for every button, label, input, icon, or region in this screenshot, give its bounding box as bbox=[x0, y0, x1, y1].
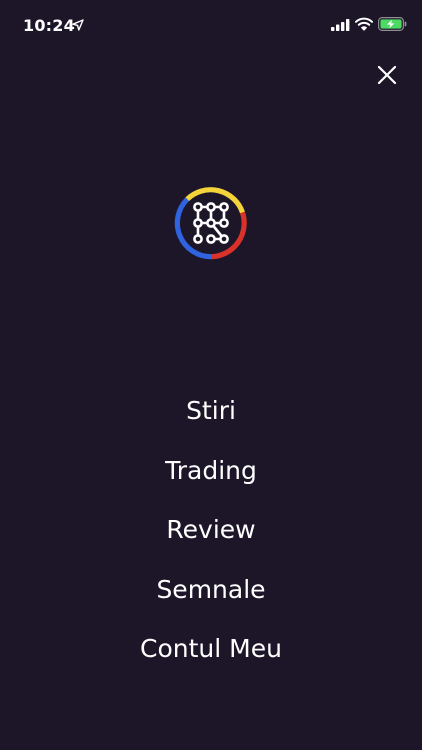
main-menu: Stiri Trading Review Semnale Contul Meu bbox=[0, 381, 422, 679]
status-time: 10:24 bbox=[23, 16, 75, 35]
cellular-signal-icon bbox=[331, 19, 350, 31]
close-button[interactable] bbox=[373, 61, 401, 89]
menu-item-stiri[interactable]: Stiri bbox=[0, 381, 422, 441]
battery-charging-icon bbox=[378, 17, 407, 31]
close-icon bbox=[377, 65, 397, 85]
menu-item-review[interactable]: Review bbox=[0, 500, 422, 560]
status-bar: 10:24 bbox=[0, 0, 422, 50]
app-logo-icon bbox=[174, 187, 247, 260]
location-arrow-icon bbox=[72, 19, 84, 31]
menu-item-contul-meu[interactable]: Contul Meu bbox=[0, 619, 422, 679]
wifi-icon bbox=[355, 17, 373, 31]
menu-item-semnale[interactable]: Semnale bbox=[0, 560, 422, 620]
menu-item-trading[interactable]: Trading bbox=[0, 441, 422, 501]
